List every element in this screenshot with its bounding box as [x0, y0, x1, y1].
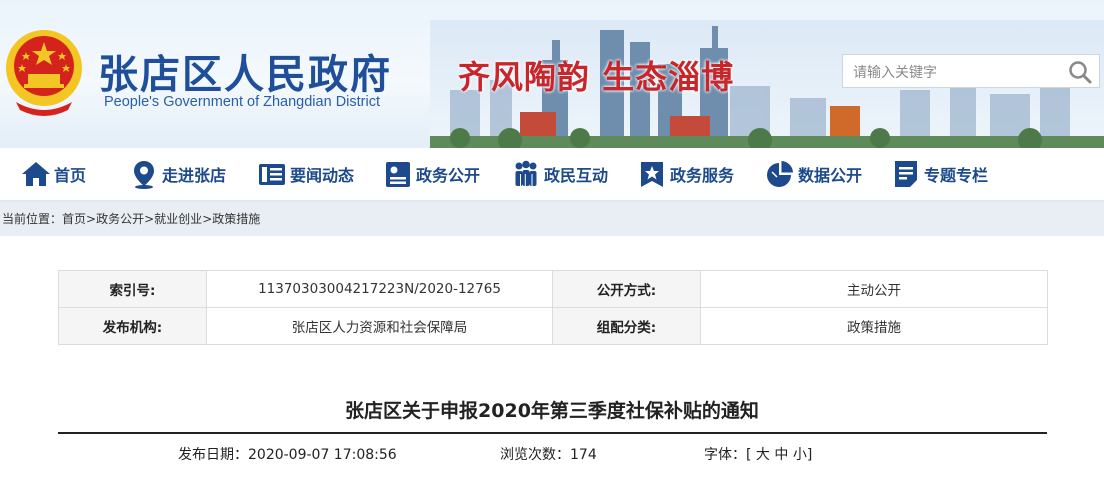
nav-item-news[interactable]: 要闻动态: [256, 156, 354, 192]
publish-date: 发布日期：2020-09-07 17:08:56: [178, 444, 397, 464]
category-value: 政策措施: [700, 307, 1048, 345]
view-count-value: 174: [570, 447, 597, 463]
font-size-large-button[interactable]: 大: [756, 447, 770, 463]
nav-item-label: 专题专栏: [924, 166, 989, 185]
nav-item-interaction[interactable]: 政民互动: [510, 156, 608, 192]
view-count: 浏览次数：174: [500, 444, 597, 464]
search-input[interactable]: [851, 61, 1065, 85]
font-size-small-button[interactable]: 小: [793, 447, 807, 463]
nav-item-gov-affairs[interactable]: 政务公开: [382, 156, 480, 192]
search-icon[interactable]: [1067, 59, 1093, 85]
font-bracket-close: ]: [806, 447, 813, 463]
publish-date-label: 发布日期：: [178, 447, 248, 463]
font-bracket-open: [: [746, 447, 752, 463]
breadcrumb-link-policy[interactable]: 政策措施: [212, 212, 260, 226]
breadcrumb-separator: >: [86, 212, 97, 226]
pie-chart-icon: [767, 161, 793, 187]
article-title: 张店区关于申报2020年第三季度社保补贴的通知: [345, 400, 759, 422]
header-banner: 张店区人民政府 People's Government of Zhangdian…: [0, 0, 1104, 148]
breadcrumb-separator: >: [144, 212, 155, 226]
nav-item-label: 首页: [54, 166, 87, 185]
nav-item-data[interactable]: 数据公开: [764, 156, 862, 192]
nav-item-label: 政务公开: [416, 166, 481, 185]
publisher-value: 张店区人力资源和社会保障局: [206, 307, 553, 345]
breadcrumb-separator: >: [202, 212, 213, 226]
nav-item-label: 政民互动: [544, 166, 609, 185]
breadcrumb-link-home[interactable]: 首页: [62, 212, 86, 226]
people-icon: [515, 160, 537, 186]
search-box: [842, 54, 1100, 88]
content-panel: 索引号: 11370303004217223N/2020-12765 公开方式:…: [0, 236, 1104, 484]
title-divider: [58, 432, 1047, 434]
font-size-label: 字体：: [704, 447, 746, 463]
table-row: 发布机构: 张店区人力资源和社会保障局 组配分类: 政策措施: [58, 307, 1048, 345]
list-document-icon: [895, 161, 917, 187]
site-title: 张店区人民政府: [98, 51, 392, 98]
index-value: 11370303004217223N/2020-12765: [206, 270, 553, 308]
nav-item-label: 走进张店: [162, 166, 227, 185]
font-size-medium-button[interactable]: 中: [774, 447, 788, 463]
category-label: 组配分类:: [552, 307, 701, 345]
breadcrumb: 当前位置：首页>政务公开>就业创业>政策措施: [0, 202, 1104, 236]
nav-item-label: 政务服务: [670, 166, 735, 185]
nav-item-about[interactable]: 走进张店: [128, 156, 226, 192]
star-badge-icon: [641, 162, 663, 187]
nav-item-services[interactable]: 政务服务: [636, 156, 734, 192]
document-icon: [386, 162, 410, 187]
nav-item-label: 数据公开: [798, 166, 863, 185]
publisher-label: 发布机构:: [58, 307, 207, 345]
view-count-label: 浏览次数：: [500, 447, 570, 463]
newspaper-icon: [259, 164, 285, 185]
breadcrumb-link-employment[interactable]: 就业创业: [154, 212, 202, 226]
nav-item-home[interactable]: 首页: [20, 156, 86, 192]
home-icon: [22, 162, 50, 186]
open-method-label: 公开方式:: [552, 270, 701, 308]
breadcrumb-label: 当前位置：: [2, 212, 63, 226]
index-label: 索引号:: [58, 270, 207, 308]
main-nav: 首页 走进张店 要闻动态 政务公开 政民互动 政务服务 数据公开 专题专栏: [0, 148, 1104, 202]
location-pin-icon: [134, 161, 154, 189]
publish-date-value: 2020-09-07 17:08:56: [248, 447, 397, 463]
nav-item-label: 要闻动态: [290, 166, 355, 185]
slogan: 齐风陶韵 生态淄博: [458, 58, 735, 96]
font-size-control: 字体：[ 大 中 小]: [704, 444, 812, 464]
document-meta-table: 索引号: 11370303004217223N/2020-12765 公开方式:…: [58, 270, 1048, 345]
nav-item-topics[interactable]: 专题专栏: [890, 156, 988, 192]
open-method-value: 主动公开: [700, 270, 1048, 308]
breadcrumb-link-gov-affairs[interactable]: 政务公开: [96, 212, 144, 226]
site-subtitle: People's Government of Zhangdian Distric…: [104, 94, 380, 110]
national-emblem-icon: [6, 30, 82, 116]
table-row: 索引号: 11370303004217223N/2020-12765 公开方式:…: [58, 270, 1048, 308]
